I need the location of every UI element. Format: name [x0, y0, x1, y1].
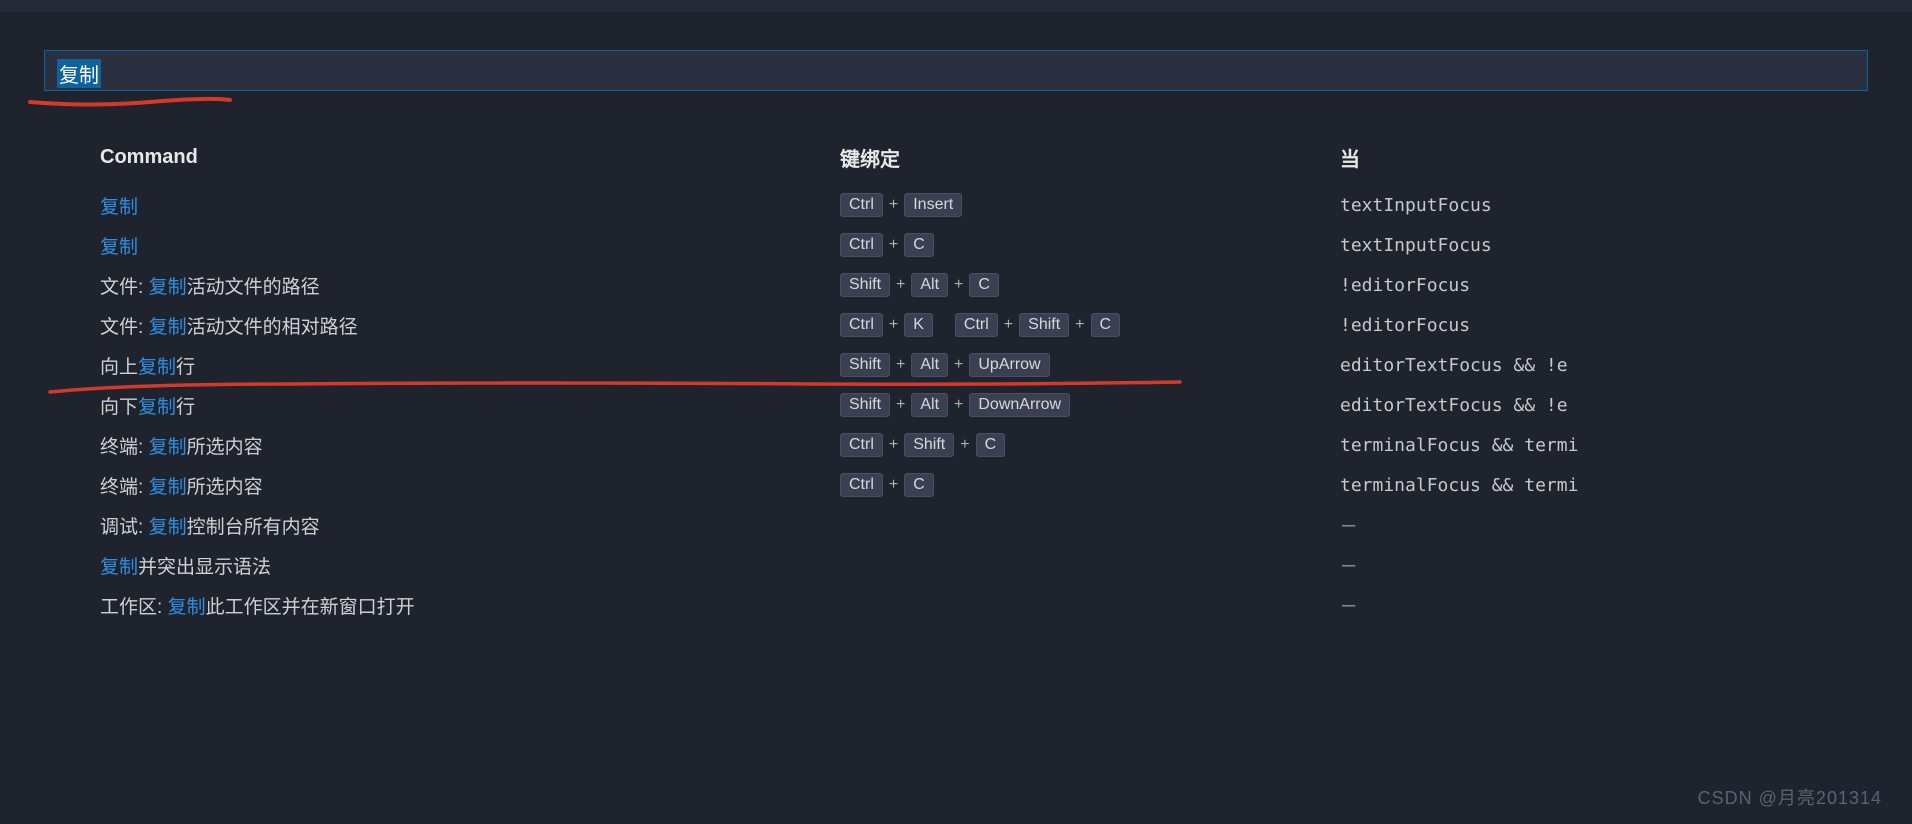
key: Alt [911, 273, 948, 297]
key: DownArrow [969, 393, 1070, 417]
command-cell: 文件: 复制活动文件的路径 [100, 272, 840, 299]
when-cell: !editorFocus [1340, 315, 1912, 336]
table-row[interactable]: 工作区: 复制此工作区并在新窗口打开 — [100, 585, 1912, 625]
table-row[interactable]: 文件: 复制活动文件的路径Shift+Alt+C!editorFocus [100, 265, 1912, 305]
watermark: CSDN @月亮201314 [1698, 784, 1882, 810]
command-cell: 调试: 复制控制台所有内容 [100, 512, 840, 539]
header-when: 当 [1340, 143, 1912, 172]
table-row[interactable]: 复制并突出显示语法 — [100, 545, 1912, 585]
key: Shift [840, 393, 890, 417]
key: UpArrow [969, 353, 1049, 377]
command-cell: 复制 [100, 192, 840, 219]
command-cell: 向上复制行 [100, 352, 840, 379]
key: Shift [840, 273, 890, 297]
key: K [904, 313, 933, 337]
command-cell: 复制并突出显示语法 [100, 552, 840, 579]
table-row[interactable]: 终端: 复制所选内容Ctrl+Shift+CterminalFocus && t… [100, 425, 1912, 465]
key: C [904, 233, 934, 257]
keybinding-cell: Ctrl+Shift+C [840, 433, 1340, 457]
key: Ctrl [840, 193, 883, 217]
when-cell: textInputFocus [1340, 235, 1912, 256]
header-command: Command [100, 146, 840, 169]
keybinding-cell: Ctrl+C [840, 233, 1340, 257]
table-row[interactable]: 文件: 复制活动文件的相对路径Ctrl+KCtrl+Shift+C!editor… [100, 305, 1912, 345]
key: C [976, 433, 1006, 457]
keybinding-cell: Shift+Alt+DownArrow [840, 393, 1340, 417]
keybinding-cell: Shift+Alt+C [840, 273, 1340, 297]
when-cell: textInputFocus [1340, 195, 1912, 216]
key: Alt [911, 393, 948, 417]
key: C [1091, 313, 1121, 337]
search-container: 复制 [44, 50, 1912, 91]
when-cell: — [1340, 593, 1912, 618]
table-row[interactable]: 调试: 复制控制台所有内容 — [100, 505, 1912, 545]
search-input[interactable] [44, 50, 1868, 91]
table-row[interactable]: 复制Ctrl+CtextInputFocus [100, 225, 1912, 265]
key: Ctrl [840, 473, 883, 497]
when-cell: editorTextFocus && !e [1340, 355, 1912, 376]
key: Ctrl [840, 313, 883, 337]
keybinding-cell: Ctrl+Insert [840, 193, 1340, 217]
key: C [969, 273, 999, 297]
table-row[interactable]: 向下复制行Shift+Alt+DownArroweditorTextFocus … [100, 385, 1912, 425]
keybinding-cell: Ctrl+C [840, 473, 1340, 497]
table-row[interactable]: 向上复制行Shift+Alt+UpArroweditorTextFocus &&… [100, 345, 1912, 385]
table-row[interactable]: 复制Ctrl+InserttextInputFocus [100, 185, 1912, 225]
header-keybinding: 键绑定 [840, 143, 1340, 172]
annotation-underline-search [30, 92, 230, 100]
when-cell: — [1340, 553, 1912, 578]
command-cell: 向下复制行 [100, 392, 840, 419]
key: Ctrl [955, 313, 998, 337]
command-cell: 终端: 复制所选内容 [100, 432, 840, 459]
key: Shift [840, 353, 890, 377]
keybinding-cell: Ctrl+KCtrl+Shift+C [840, 313, 1340, 337]
command-cell: 工作区: 复制此工作区并在新窗口打开 [100, 592, 840, 619]
key: Insert [904, 193, 962, 217]
command-cell: 终端: 复制所选内容 [100, 472, 840, 499]
shortcuts-table: Command 键绑定 当 复制Ctrl+InserttextInputFocu… [0, 137, 1912, 625]
when-cell: — [1340, 513, 1912, 538]
key: C [904, 473, 934, 497]
editor-tabs: app.php▭设置UserRecharge.php▭键盘快捷方式✕System… [0, 0, 1912, 12]
key: Shift [904, 433, 954, 457]
command-cell: 复制 [100, 232, 840, 259]
when-cell: editorTextFocus && !e [1340, 395, 1912, 416]
command-cell: 文件: 复制活动文件的相对路径 [100, 312, 840, 339]
key: Ctrl [840, 433, 883, 457]
when-cell: !editorFocus [1340, 275, 1912, 296]
keybinding-cell: Shift+Alt+UpArrow [840, 353, 1340, 377]
key: Ctrl [840, 233, 883, 257]
table-header: Command 键绑定 当 [100, 137, 1912, 177]
when-cell: terminalFocus && termi [1340, 435, 1912, 456]
when-cell: terminalFocus && termi [1340, 475, 1912, 496]
key: Alt [911, 353, 948, 377]
key: Shift [1019, 313, 1069, 337]
table-row[interactable]: 终端: 复制所选内容Ctrl+CterminalFocus && termi [100, 465, 1912, 505]
